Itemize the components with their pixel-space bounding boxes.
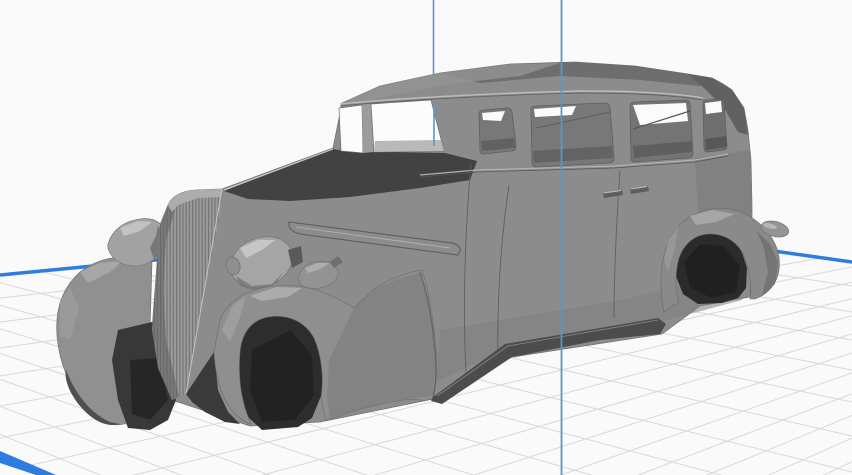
quarter-window-through [705,101,722,114]
viewport-3d[interactable] [0,0,852,475]
windshield-left-pane [338,104,364,154]
render-canvas [0,0,852,475]
